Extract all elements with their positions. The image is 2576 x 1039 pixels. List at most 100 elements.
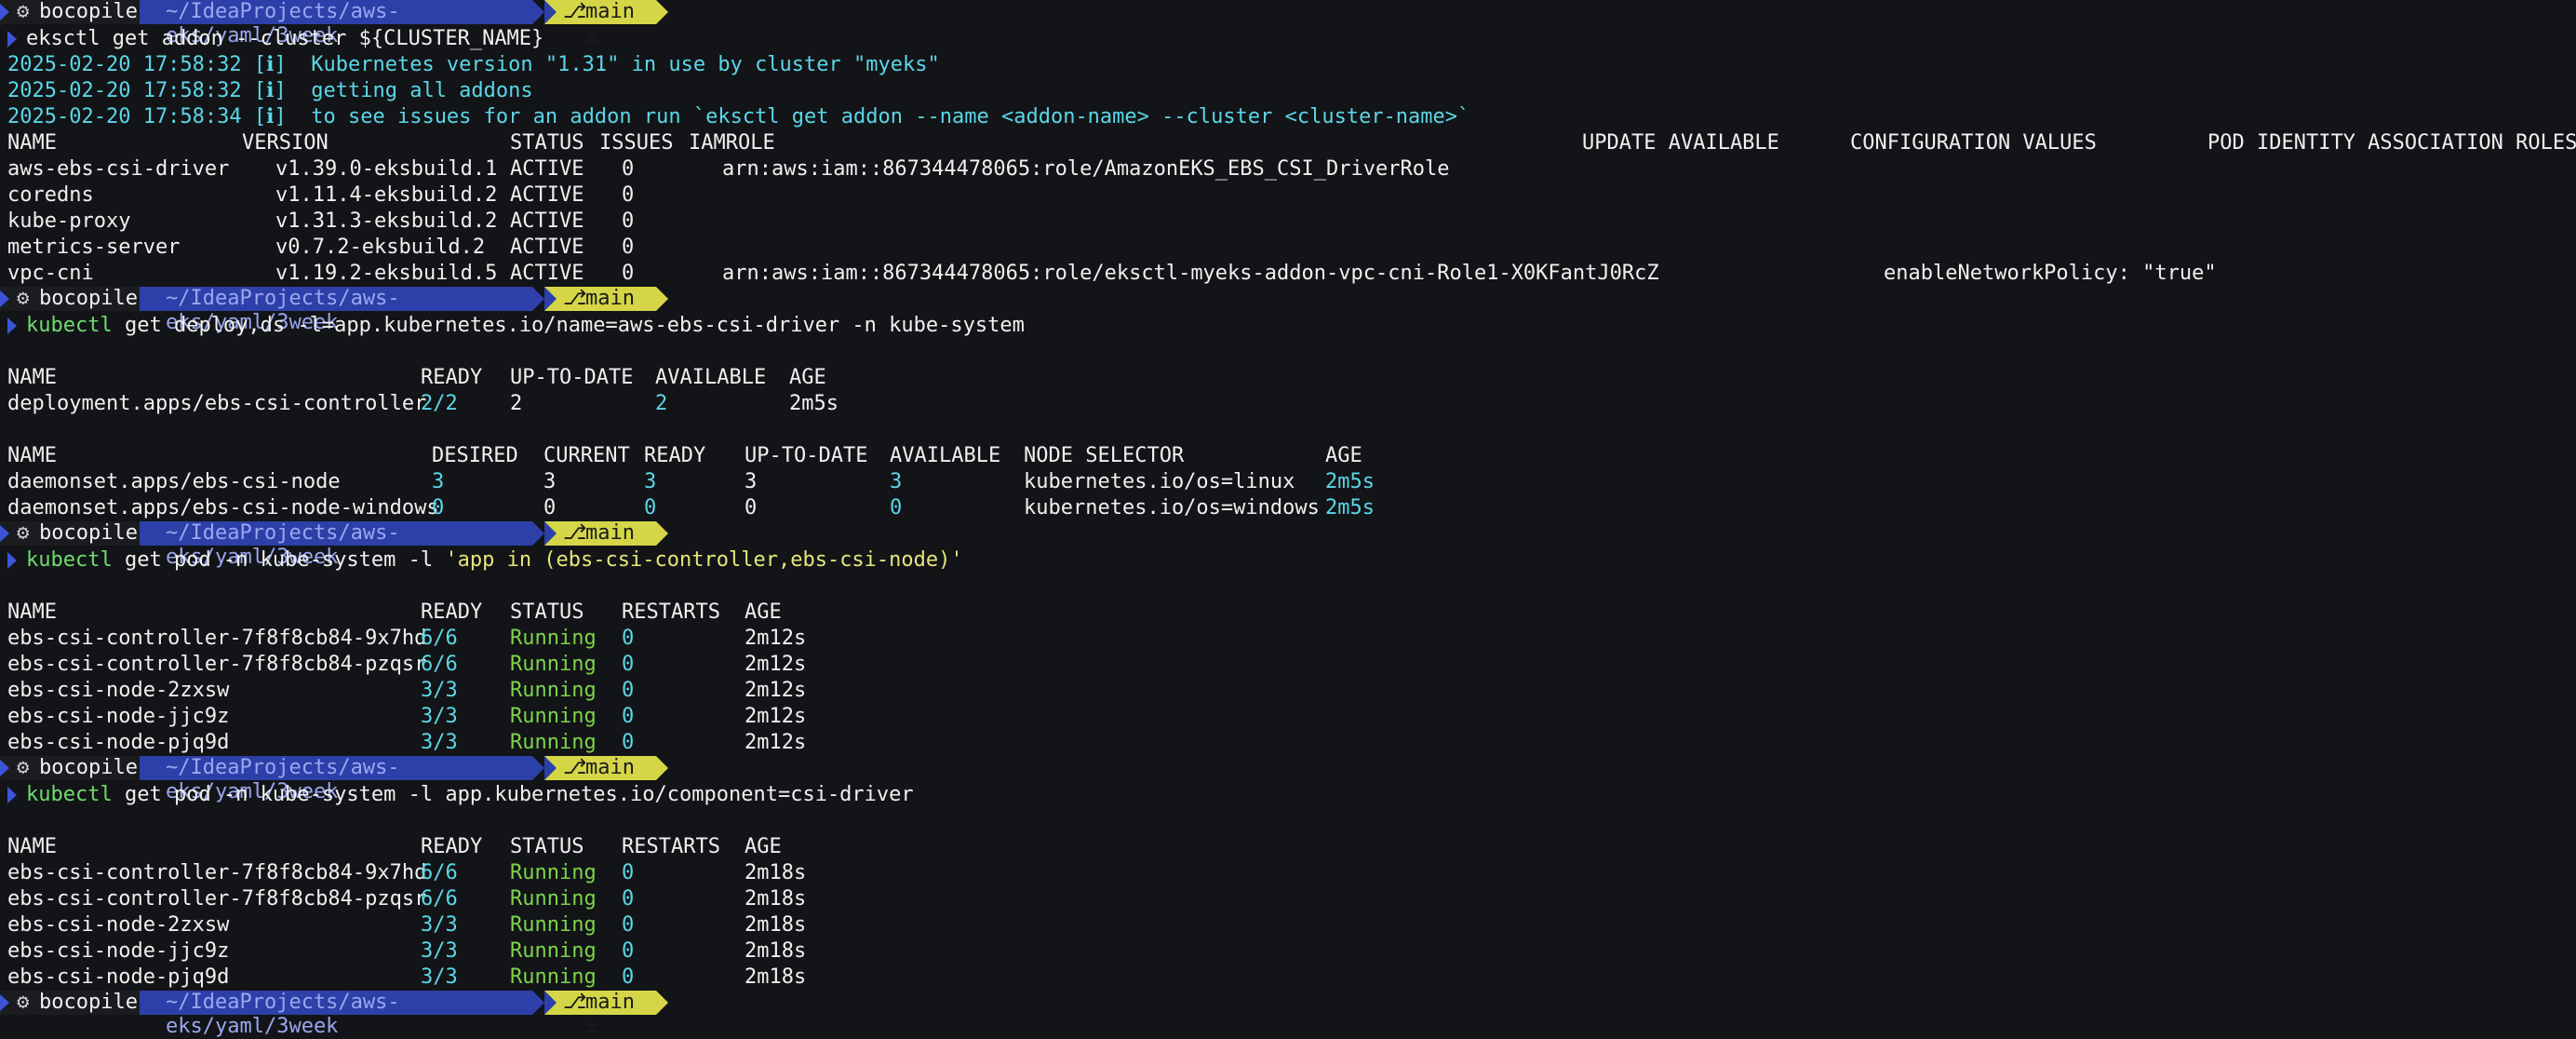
ds-ready: 3 — [644, 470, 657, 493]
ds-current: 0 — [543, 496, 557, 520]
command-arrow-icon — [7, 31, 17, 47]
addon-issues: 0 — [622, 262, 635, 285]
command-line: kubectl get pod -n kube-system -l 'app i… — [7, 547, 963, 573]
pod-restarts: 0 — [622, 627, 635, 650]
addon-status: ACTIVE — [510, 209, 584, 233]
command-text: 'app in (ebs-csi-controller,ebs-csi-node… — [445, 548, 963, 572]
column-header: VERSION — [242, 131, 329, 155]
pod-status: Running — [510, 965, 597, 989]
column-header: STATUS — [510, 835, 584, 858]
column-header: RESTARTS — [622, 835, 720, 858]
ds-available: 0 — [890, 496, 903, 520]
branch-label: main ± — [585, 0, 635, 47]
addon-iamrole: arn:aws:iam::867344478065:role/AmazonEKS… — [722, 157, 1450, 181]
log-info-line: 2025-02-20 17:58:32 [ℹ] getting all addo… — [7, 78, 533, 104]
column-header: NAME — [7, 131, 57, 155]
column-header: READY — [421, 835, 483, 858]
ds-ready: 0 — [644, 496, 657, 520]
column-header: READY — [421, 366, 483, 389]
prompt-path: ~/IdeaProjects/aws-eks/yaml/3week — [140, 287, 544, 334]
column-header: READY — [644, 444, 706, 467]
column-header: NAME — [7, 444, 57, 467]
deploy-uptodate: 2 — [510, 392, 523, 415]
pod-name: ebs-csi-controller-7f8f8cb84-pzqsr — [7, 887, 427, 911]
pod-name: ebs-csi-node-pjq9d — [7, 965, 230, 989]
prompt-user: bocopile — [39, 0, 138, 23]
pod-status: Running — [510, 653, 597, 676]
pod-name: ebs-csi-controller-7f8f8cb84-9x7hd — [7, 627, 427, 650]
ds-desired: 0 — [432, 496, 445, 520]
addon-version: v1.39.0-eksbuild.1 — [275, 157, 498, 181]
prompt-git-branch: ⎇ main ± — [544, 991, 668, 1038]
column-header: UP-TO-DATE — [745, 444, 868, 467]
addon-version: v0.7.2-eksbuild.2 — [275, 236, 486, 259]
branch-icon: ⎇ — [563, 521, 587, 545]
column-header: READY — [421, 600, 483, 624]
column-header: AVAILABLE — [655, 366, 767, 389]
addon-issues: 0 — [622, 157, 635, 181]
pod-name: ebs-csi-node-pjq9d — [7, 731, 230, 754]
prompt-user-segment: ⚙ bocopile — [0, 521, 140, 546]
deploy-name: deployment.apps/ebs-csi-controller — [7, 392, 427, 415]
ds-desired: 3 — [432, 470, 445, 493]
deploy-age: 2m5s — [789, 392, 839, 415]
addon-name: coredns — [7, 183, 94, 207]
addon-name: metrics-server — [7, 236, 181, 259]
addon-config: enableNetworkPolicy: "true" — [1884, 262, 2217, 285]
ds-available: 3 — [890, 470, 903, 493]
command-text: get deploy,ds -l=app.kubernetes.io/name=… — [124, 314, 1025, 337]
ds-name: daemonset.apps/ebs-csi-node — [7, 470, 341, 493]
log-info-text: 2025-02-20 17:58:32 [ℹ] Kubernetes versi… — [7, 53, 940, 76]
command-text: get pod -n kube-system -l app.kubernetes… — [124, 783, 914, 806]
prompt-user-segment: ⚙ bocopile — [0, 0, 140, 24]
pod-restarts: 0 — [622, 731, 635, 754]
pod-status: Running — [510, 627, 597, 650]
pod-name: ebs-csi-controller-7f8f8cb84-pzqsr — [7, 653, 427, 676]
prompt-user: bocopile — [39, 756, 138, 779]
pod-ready: 3/3 — [421, 705, 458, 728]
apple-icon: ⚙ — [17, 991, 30, 1014]
prompt-arrow-icon — [0, 994, 9, 1011]
pod-status: Running — [510, 887, 597, 911]
shell-prompt: ⚙ bocopile ~/IdeaProjects/aws-eks/yaml/3we… — [0, 991, 2576, 1038]
command-line: kubectl get pod -n kube-system -l app.ku… — [7, 782, 914, 808]
addon-status: ACTIVE — [510, 157, 584, 181]
pod-ready: 3/3 — [421, 913, 458, 937]
apple-icon: ⚙ — [17, 756, 30, 779]
addon-issues: 0 — [622, 236, 635, 259]
column-header: DESIRED — [432, 444, 518, 467]
column-header: POD IDENTITY ASSOCIATION ROLES — [2207, 131, 2576, 155]
column-header: UP-TO-DATE — [510, 366, 634, 389]
pod-age: 2m12s — [745, 731, 807, 754]
command-arrow-icon — [7, 317, 17, 334]
addon-issues: 0 — [622, 209, 635, 233]
pod-status: Running — [510, 731, 597, 754]
prompt-arrow-icon — [0, 760, 9, 776]
column-header: AGE — [1325, 444, 1362, 467]
prompt-user-segment: ⚙ bocopile — [0, 756, 140, 780]
column-header: AGE — [789, 366, 826, 389]
column-header: NODE SELECTOR — [1024, 444, 1185, 467]
addon-status: ACTIVE — [510, 262, 584, 285]
shell-prompt: ⚙ bocopile ~/IdeaProjects/aws-eks/yaml/3we… — [0, 287, 2576, 334]
addon-name: aws-ebs-csi-driver — [7, 157, 230, 181]
prompt-user-segment: ⚙ bocopile — [0, 287, 140, 311]
pod-restarts: 0 — [622, 939, 635, 963]
addon-name: vpc-cni — [7, 262, 94, 285]
prompt-user: bocopile — [39, 287, 138, 310]
command-arrow-icon — [7, 552, 17, 569]
pod-status: Running — [510, 913, 597, 937]
pod-name: ebs-csi-controller-7f8f8cb84-9x7hd — [7, 861, 427, 884]
log-info-text: 2025-02-20 17:58:32 [ℹ] getting all addo… — [7, 79, 533, 102]
prompt-arrow-icon — [0, 4, 9, 20]
pod-ready: 6/6 — [421, 653, 458, 676]
pod-age: 2m18s — [745, 861, 807, 884]
column-header: RESTARTS — [622, 600, 720, 624]
addon-issues: 0 — [622, 183, 635, 207]
pod-restarts: 0 — [622, 653, 635, 676]
pod-ready: 3/3 — [421, 679, 458, 702]
log-info-line: 2025-02-20 17:58:34 [ℹ] to see issues fo… — [7, 104, 1469, 130]
pod-name: ebs-csi-node-2zxsw — [7, 679, 230, 702]
column-header: AGE — [745, 835, 782, 858]
terminal-window[interactable]: ⚙ bocopile ~/IdeaProjects/aws-eks/yaml/3we… — [0, 0, 2576, 1038]
